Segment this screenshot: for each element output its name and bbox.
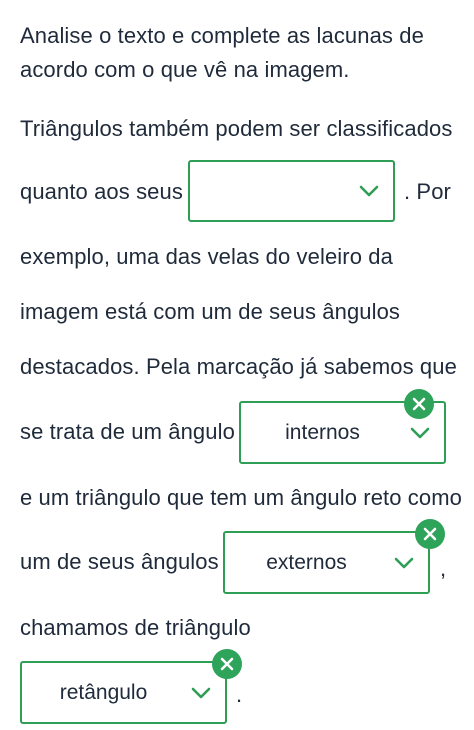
blank-select-3[interactable]: externos (223, 531, 430, 594)
blank-select-1[interactable] (188, 160, 395, 222)
passage-line-2-before: quanto aos seus (20, 179, 183, 204)
chevron-down-icon (394, 557, 414, 568)
blank-select-4[interactable]: retângulo (20, 661, 227, 724)
instructions-line-1: Analise o texto e complete as lacunas de (20, 23, 424, 48)
chevron-down-icon (191, 687, 211, 698)
blank-select-1-value (190, 162, 353, 220)
chevron-down-icon (359, 185, 379, 197)
blank-select-3-value: externos (266, 550, 347, 574)
close-icon[interactable] (404, 389, 434, 419)
blank-select-2-value: internos (285, 420, 360, 444)
passage-line-7: e um triângulo que tem um ângulo reto co… (20, 485, 462, 510)
passage-line-9: chamamos de triângulo (20, 615, 251, 640)
passage-line-8-after: , (440, 556, 447, 581)
passage-line-3: exemplo, uma das velas do veleiro da (20, 244, 393, 269)
passage-line-6-before: se trata de um ângulo (20, 419, 235, 444)
passage-line-4: imagem está com um de seus ângulos (20, 299, 401, 324)
passage-line-8-before: um de seus ângulos (20, 549, 219, 574)
chevron-down-icon (410, 427, 430, 438)
instructions-line-2: acordo com o que vê na imagem. (20, 57, 350, 82)
close-icon[interactable] (212, 649, 242, 679)
passage-line-2-after: . Por (404, 179, 451, 204)
close-icon[interactable] (415, 519, 445, 549)
passage-line-5: destacados. Pela marcação já sabemos que (20, 354, 457, 379)
passage-line-1: Triângulos também podem ser classificado… (20, 116, 453, 141)
blank-select-4-value: retângulo (59, 680, 148, 704)
passage-line-10-after: . (236, 682, 243, 707)
